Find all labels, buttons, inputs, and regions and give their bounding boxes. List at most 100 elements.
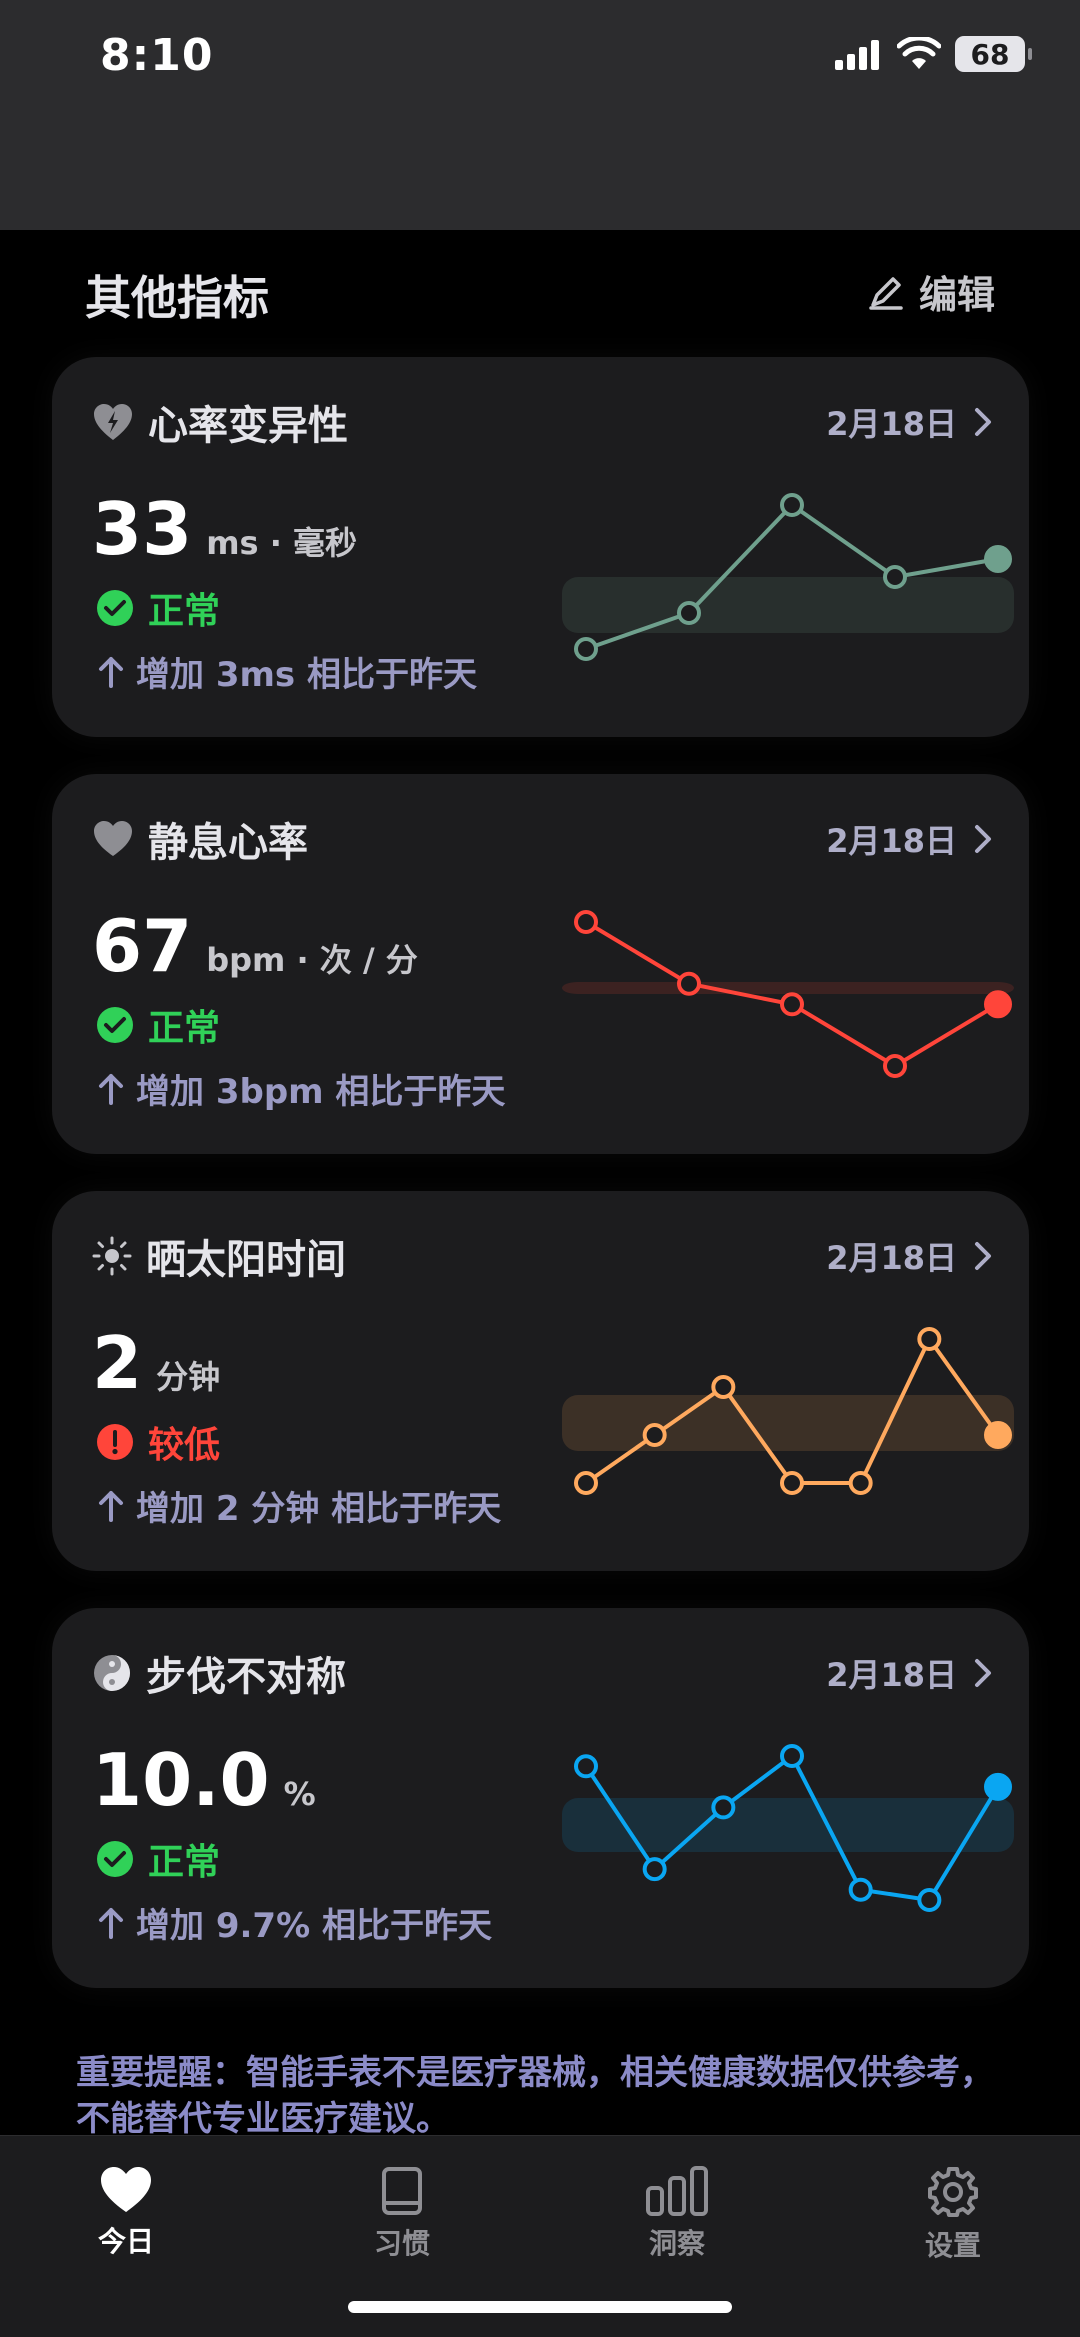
data-point (677, 971, 701, 996)
metric-value: 33 (92, 487, 193, 571)
data-point (711, 1375, 736, 1399)
metric-card-sunlight[interactable]: 晒太阳时间 2月18日 2 分钟 较低 增加 2 分钟 相比于昨天 (52, 1191, 1029, 1571)
metric-value: 10.0 (92, 1738, 270, 1822)
cellular-signal-icon (835, 40, 879, 70)
home-indicator (348, 2301, 732, 2313)
medical-disclaimer: 重要提醒：智能手表不是医疗器械，相关健康数据仅供参考，不能替代专业医疗建议。 (76, 2053, 994, 2134)
edit-label: 编辑 (918, 273, 995, 317)
card-date: 2月18日 (826, 405, 957, 443)
data-point (677, 601, 701, 625)
status-label: 正常 (148, 1842, 221, 1883)
metric-card-resting-hr[interactable]: 静息心率 2月18日 67 bpm · 次 / 分 正常 增加 3bpm 相比于… (52, 774, 1029, 1154)
data-point (780, 1471, 804, 1495)
data-point (780, 992, 804, 1017)
bar-chart-icon (646, 2166, 708, 2216)
card-title: 心率变异性 (148, 403, 348, 449)
chevron-right-icon (975, 408, 991, 436)
checkmark-circle-icon (97, 1007, 133, 1043)
resting-hr-sparkline (562, 910, 1014, 1078)
metric-unit: % (283, 1775, 316, 1813)
data-point (574, 910, 598, 934)
edit-button[interactable]: 编辑 (867, 264, 995, 319)
tab-habits[interactable]: 习惯 (327, 2166, 477, 2262)
pencil-icon (869, 276, 903, 310)
tab-label: 设置 (924, 2229, 981, 2262)
tab-label: 习惯 (373, 2227, 430, 2260)
change-text: 增加 2 分钟 相比于昨天 (136, 1489, 502, 1529)
metric-unit: 分钟 (156, 1358, 221, 1396)
metric-value: 2 (92, 1321, 143, 1405)
tab-today[interactable]: 今日 (51, 2166, 201, 2260)
data-point (917, 1327, 942, 1351)
data-point (574, 1471, 598, 1495)
card-date-link[interactable]: 2月18日 (826, 399, 993, 445)
checkmark-circle-icon (97, 1841, 133, 1877)
battery-indicator: 68 (955, 36, 1032, 72)
data-point (848, 1877, 873, 1902)
heart-icon (101, 2167, 151, 2212)
metric-unit: bpm · 次 / 分 (206, 941, 418, 979)
status-label: 正常 (148, 591, 221, 632)
latest-point (984, 990, 1012, 1019)
data-point (711, 1795, 736, 1820)
data-point (574, 637, 598, 661)
data-point (780, 493, 804, 517)
data-point (917, 1888, 942, 1912)
arrow-up-icon (99, 1073, 123, 1105)
status-label: 正常 (148, 1008, 221, 1049)
tab-label: 洞察 (648, 2227, 705, 2260)
data-point (848, 1471, 873, 1495)
metric-card-gait-asymmetry[interactable]: 步伐不对称 2月18日 10.0 % 正常 增加 9.7% 相比于昨天 (52, 1608, 1029, 1988)
status-label: 较低 (148, 1425, 221, 1466)
card-date: 2月18日 (826, 1239, 957, 1277)
yin-yang-icon (94, 1655, 130, 1691)
book-icon (382, 2167, 422, 2215)
tab-label: 今日 (97, 2225, 154, 2258)
data-point (780, 1744, 804, 1768)
chevron-right-icon (975, 825, 991, 853)
hrv-sparkline (562, 493, 1014, 661)
card-date-link[interactable]: 2月18日 (826, 1650, 993, 1696)
card-title: 静息心率 (148, 820, 308, 866)
status-bar: 8:10 68 (0, 0, 1080, 230)
data-point (642, 1423, 667, 1447)
change-text: 增加 9.7% 相比于昨天 (136, 1906, 492, 1946)
change-text: 增加 3bpm 相比于昨天 (136, 1072, 506, 1112)
gait-sparkline (562, 1744, 1014, 1912)
metric-value: 67 (92, 904, 193, 988)
normal-range-band (562, 982, 1014, 994)
card-title: 步伐不对称 (146, 1654, 346, 1700)
metric-unit: ms · 毫秒 (206, 524, 358, 562)
latest-point (984, 1772, 1012, 1801)
metric-card-hrv[interactable]: 心率变异性 2月18日 33 ms · 毫秒 正常 增加 3ms 相比于昨天 (52, 357, 1029, 737)
card-title: 晒太阳时间 (146, 1237, 346, 1283)
wifi-icon (897, 37, 941, 69)
chevron-right-icon (975, 1659, 991, 1687)
status-time: 8:10 (100, 30, 214, 81)
card-date-link[interactable]: 2月18日 (826, 816, 993, 862)
arrow-up-icon (99, 1907, 123, 1939)
card-date: 2月18日 (826, 822, 957, 860)
data-point (574, 1754, 598, 1779)
latest-point (984, 545, 1012, 573)
heart-icon (94, 821, 132, 856)
section-header: 其他指标 编辑 (0, 250, 1080, 340)
heart-bolt-icon (94, 404, 132, 440)
normal-range-band (562, 1798, 1014, 1852)
checkmark-circle-icon (97, 590, 133, 626)
tab-settings[interactable]: 设置 (878, 2166, 1028, 2264)
arrow-up-icon (99, 656, 123, 688)
sun-icon (92, 1236, 132, 1276)
card-date-link[interactable]: 2月18日 (826, 1233, 993, 1279)
tab-insights[interactable]: 洞察 (602, 2166, 752, 2262)
data-point (883, 565, 907, 589)
change-text: 增加 3ms 相比于昨天 (136, 655, 477, 695)
normal-range-band (562, 577, 1014, 633)
status-icons: 68 (835, 36, 1032, 72)
gear-icon (928, 2167, 978, 2217)
normal-range-band (562, 1395, 1014, 1451)
latest-point (984, 1421, 1012, 1449)
chevron-right-icon (975, 1242, 991, 1270)
arrow-up-icon (99, 1490, 123, 1522)
sunlight-sparkline (562, 1327, 1014, 1495)
